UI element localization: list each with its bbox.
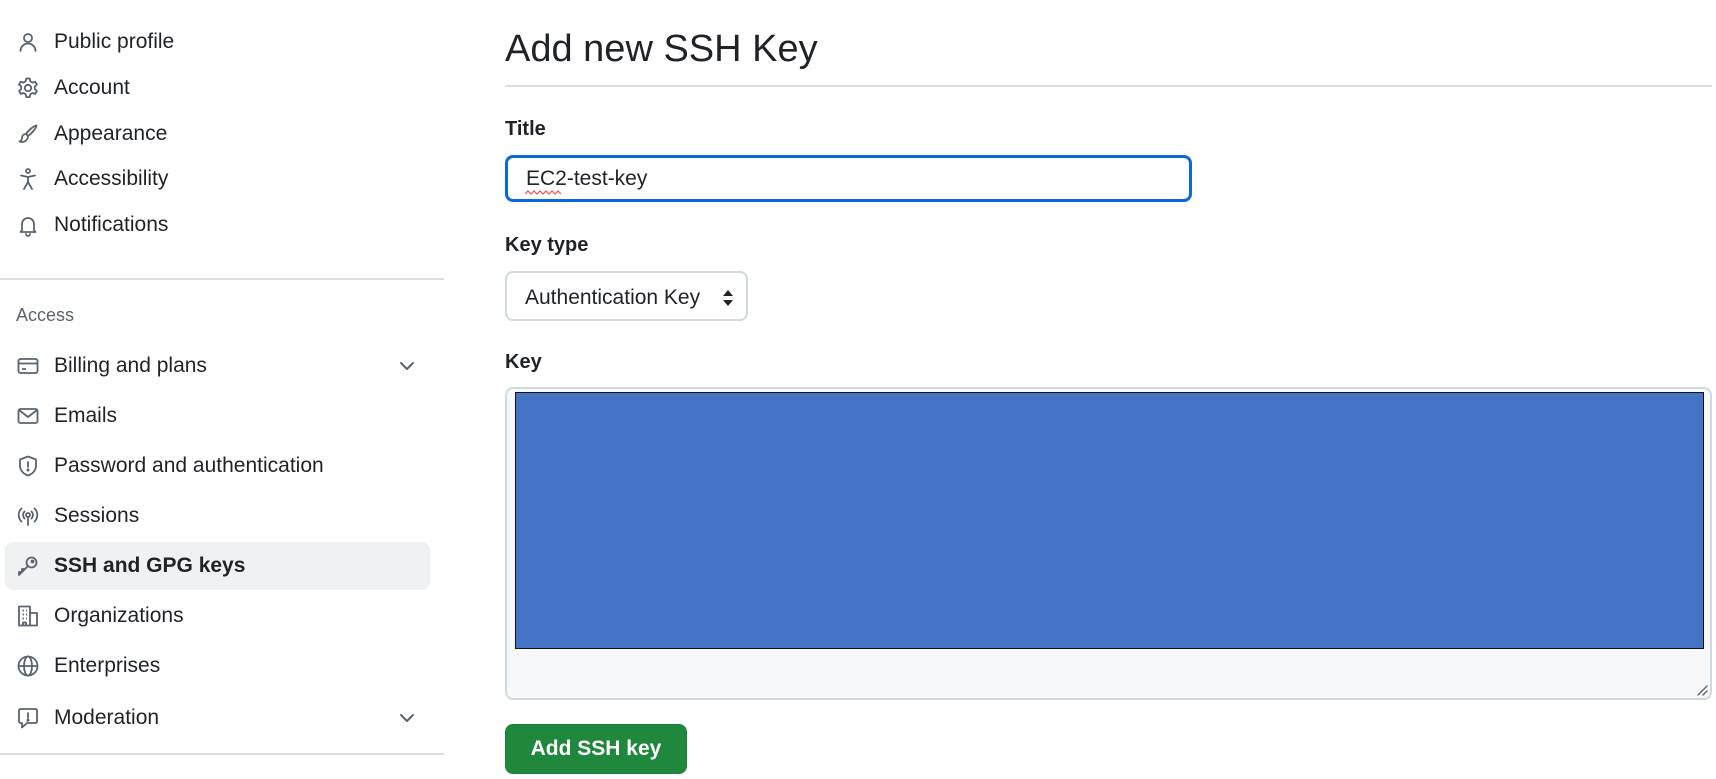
- sidebar-item-label: Password and authentication: [54, 454, 324, 477]
- title-field-label: Title: [505, 118, 546, 140]
- paintbrush-icon: [16, 122, 40, 146]
- sidebar-item-label: Accessibility: [54, 167, 169, 190]
- key-textarea[interactable]: [505, 387, 1712, 700]
- title-divider: [505, 85, 1712, 87]
- key-field-label: Key: [505, 351, 542, 373]
- chevron-down-icon[interactable]: [395, 706, 419, 730]
- sidebar-item-label: Enterprises: [54, 654, 161, 677]
- sidebar-item-moderation[interactable]: Moderation: [5, 694, 430, 742]
- sidebar-item-sessions[interactable]: Sessions: [5, 492, 430, 540]
- sidebar-item-enterprises[interactable]: Enterprises: [5, 642, 430, 690]
- sidebar-item-label: Public profile: [54, 30, 175, 53]
- sidebar-item-label: SSH and GPG keys: [54, 554, 246, 577]
- sidebar-item-accessibility[interactable]: Accessibility: [5, 155, 430, 203]
- sidebar-divider: [0, 278, 444, 280]
- key-content-redaction: [515, 392, 1704, 649]
- sidebar-item-label: Account: [54, 76, 130, 99]
- sidebar-item-label: Notifications: [54, 213, 169, 236]
- gear-icon: [16, 76, 40, 100]
- organization-icon: [16, 604, 40, 628]
- select-arrows-icon: [723, 290, 733, 306]
- key-type-select[interactable]: Authentication Key: [505, 271, 748, 321]
- chevron-down-icon[interactable]: [395, 354, 419, 378]
- key-type-selected-value: Authentication Key: [525, 286, 701, 309]
- credit-card-icon: [16, 354, 40, 378]
- sidebar-item-ssh-gpg-keys[interactable]: SSH and GPG keys: [5, 542, 430, 590]
- sidebar-item-appearance[interactable]: Appearance: [5, 110, 430, 158]
- sidebar-item-label: Sessions: [54, 504, 140, 527]
- sidebar-item-public-profile[interactable]: Public profile: [5, 18, 430, 66]
- sidebar-item-notifications[interactable]: Notifications: [5, 201, 430, 249]
- settings-sidebar: Public profile Account Appearance Access…: [0, 0, 444, 779]
- sidebar-divider: [0, 753, 444, 755]
- add-ssh-key-button[interactable]: Add SSH key: [505, 724, 687, 774]
- sidebar-item-emails[interactable]: Emails: [5, 392, 430, 440]
- sidebar-item-label: Organizations: [54, 604, 184, 627]
- page-title: Add new SSH Key: [505, 28, 818, 70]
- report-icon: [16, 706, 40, 730]
- sidebar-item-password-auth[interactable]: Password and authentication: [5, 442, 430, 490]
- sidebar-item-label: Billing and plans: [54, 354, 207, 377]
- accessibility-icon: [16, 167, 40, 191]
- key-type-field-label: Key type: [505, 234, 589, 256]
- sidebar-item-label: Emails: [54, 404, 118, 427]
- sidebar-item-billing[interactable]: Billing and plans: [5, 342, 430, 390]
- broadcast-icon: [16, 504, 40, 528]
- sidebar-item-account[interactable]: Account: [5, 64, 430, 112]
- spellcheck-underline: [525, 190, 561, 195]
- mail-icon: [16, 404, 40, 428]
- sidebar-item-label: Appearance: [54, 122, 168, 145]
- shield-icon: [16, 454, 40, 478]
- sidebar-section-heading: Access: [16, 305, 75, 325]
- sidebar-item-organizations[interactable]: Organizations: [5, 592, 430, 640]
- key-icon: [16, 554, 40, 578]
- bell-icon: [16, 213, 40, 237]
- globe-icon: [16, 654, 40, 678]
- person-icon: [16, 30, 40, 54]
- main-content: Add new SSH Key Title Key type Authentic…: [505, 0, 1716, 779]
- title-input[interactable]: [505, 155, 1192, 202]
- resize-handle-icon[interactable]: [1694, 682, 1708, 696]
- sidebar-item-label: Moderation: [54, 706, 160, 729]
